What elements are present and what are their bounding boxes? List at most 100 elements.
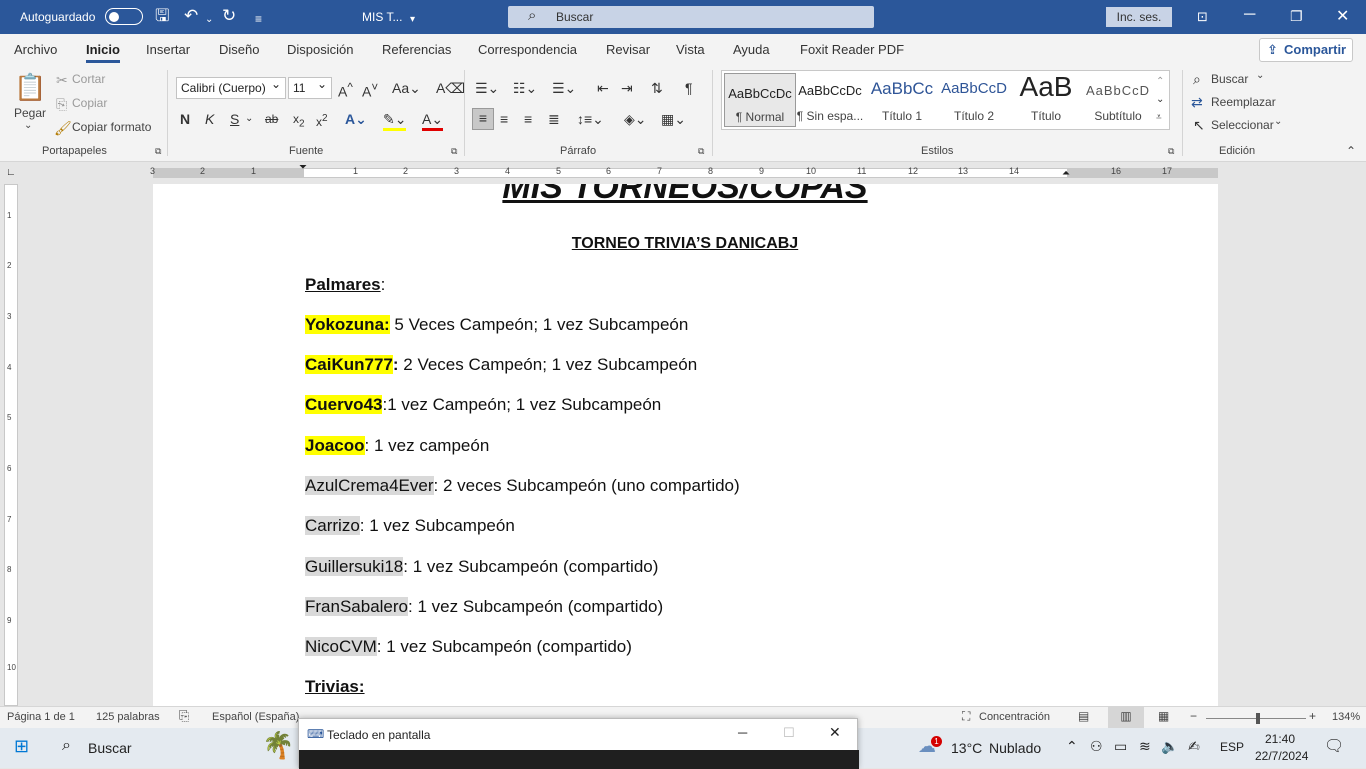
weather-text[interactable]: Nublado <box>989 740 1041 756</box>
page-count[interactable]: Página 1 de 1 <box>7 711 75 723</box>
tab-referencias[interactable]: Referencias <box>382 42 451 57</box>
word-count[interactable]: 125 palabras <box>96 711 160 723</box>
styles-more-icon[interactable]: ⩡ <box>1156 109 1162 127</box>
wifi-icon[interactable]: ≋ <box>1139 738 1151 755</box>
signin-button[interactable]: Inc. ses. <box>1106 7 1172 27</box>
taskbar-app-icon[interactable]: 🌴 <box>262 730 294 761</box>
osk-maximize-icon[interactable]: ☐ <box>783 725 795 741</box>
change-case-icon[interactable]: Aa⌄ <box>392 79 421 97</box>
tab-correspondencia[interactable]: Correspondencia <box>478 42 577 57</box>
paste-label[interactable]: Pegar <box>14 106 46 120</box>
select-dropdown-icon[interactable]: ⌄ <box>1274 116 1282 127</box>
replace-label[interactable]: Reemplazar <box>1211 95 1276 109</box>
text-effects-icon[interactable]: A⌄ <box>345 110 367 128</box>
ribbon-display-icon[interactable]: ⊡ <box>1197 9 1208 25</box>
font-color-icon[interactable]: A⌄ <box>422 110 444 131</box>
find-label[interactable]: Buscar <box>1211 72 1248 86</box>
numbering-icon[interactable]: ☷⌄ <box>513 79 537 97</box>
zoom-slider-thumb[interactable] <box>1256 713 1260 724</box>
strikethrough-icon[interactable]: ab <box>265 110 278 128</box>
find-icon[interactable]: ⌕ <box>1193 70 1201 88</box>
language-indicator[interactable]: ESP <box>1220 740 1244 754</box>
style-normal[interactable]: AaBbCcDc ¶ Normal <box>724 73 796 127</box>
grow-font-icon[interactable]: A^ <box>338 79 353 101</box>
bold-icon[interactable]: N <box>180 110 190 128</box>
on-screen-keyboard-window[interactable]: ⌨ Teclado en pantalla ─ ☐ ✕ <box>298 718 859 769</box>
zoom-level[interactable]: 134% <box>1332 711 1360 723</box>
share-button[interactable]: ⇪ Compartir <box>1259 38 1353 62</box>
focus-label[interactable]: Concentración <box>979 711 1050 723</box>
subscript-icon[interactable]: x2 <box>293 110 305 133</box>
underline-dropdown-icon[interactable]: ⌄ <box>245 110 253 128</box>
collapse-ribbon-icon[interactable]: ⌃ <box>1346 144 1356 158</box>
style-no-spacing[interactable]: AaBbCcDc ¶ Sin espa... <box>794 71 866 129</box>
font-size-select[interactable]: 11 <box>288 77 332 99</box>
superscript-icon[interactable]: x2 <box>316 110 328 131</box>
osk-close-icon[interactable]: ✕ <box>829 724 841 741</box>
replace-icon[interactable]: ⇄ <box>1191 93 1203 111</box>
undo-dropdown-icon[interactable]: ⌄ <box>205 10 213 30</box>
borders-icon[interactable]: ▦⌄ <box>661 110 686 128</box>
tab-archivo[interactable]: Archivo <box>14 42 57 57</box>
format-painter-icon[interactable]: 🖌 <box>54 119 72 137</box>
print-layout-icon[interactable]: ▥ <box>1108 707 1144 728</box>
notifications-icon[interactable]: 🗨 <box>1324 736 1344 756</box>
taskbar-search-icon[interactable]: ⌕ <box>62 737 71 755</box>
font-launcher-icon[interactable]: ⧉ <box>451 146 457 157</box>
format-painter-label[interactable]: Copiar formato <box>72 120 151 134</box>
highlight-icon[interactable]: ✎⌄ <box>383 110 407 131</box>
align-right-icon[interactable]: ≡ <box>524 110 532 128</box>
zoom-in-icon[interactable]: + <box>1309 709 1316 723</box>
windows-start-icon[interactable]: ⊞ <box>14 736 29 757</box>
align-left-icon[interactable]: ≡ <box>472 108 494 130</box>
paste-dropdown-icon[interactable]: ⌄ <box>24 120 32 131</box>
tab-diseno[interactable]: Diseño <box>219 42 259 57</box>
title-dropdown-icon[interactable]: ▾ <box>410 10 415 30</box>
pen-icon[interactable]: ✍ <box>1188 738 1200 755</box>
weather-temp[interactable]: 13°C <box>951 740 982 756</box>
italic-icon[interactable]: K <box>205 110 214 128</box>
tab-insertar[interactable]: Insertar <box>146 42 190 57</box>
find-dropdown-icon[interactable]: ⌄ <box>1256 70 1264 81</box>
close-icon[interactable]: ✕ <box>1336 6 1349 26</box>
autosave-toggle[interactable] <box>105 8 143 25</box>
focus-icon[interactable]: ⛶ <box>962 709 970 724</box>
undo-icon[interactable]: ↶ <box>184 6 198 26</box>
search-box[interactable]: ⌕ Buscar <box>508 6 874 28</box>
style-heading-1[interactable]: AaBbCc Título 1 <box>866 71 938 129</box>
styles-launcher-icon[interactable]: ⧉ <box>1168 146 1174 157</box>
tab-selector-icon[interactable]: ∟ <box>6 167 16 178</box>
align-center-icon[interactable]: ≡ <box>500 110 508 128</box>
clear-formatting-icon[interactable]: A⌫ <box>436 79 465 97</box>
line-spacing-icon[interactable]: ↕≡⌄ <box>577 110 604 128</box>
style-title[interactable]: AaB Título <box>1010 71 1082 129</box>
select-label[interactable]: Seleccionar <box>1211 118 1274 132</box>
document-page[interactable]: MIS TORNEOS/COPAS TORNEO TRIVIA’S DANICA… <box>153 184 1218 706</box>
underline-icon[interactable]: S <box>230 110 239 128</box>
style-subtitle[interactable]: AaBbCcD Subtítulo <box>1082 71 1154 129</box>
read-mode-icon[interactable]: ▤ <box>1078 709 1089 723</box>
tab-vista[interactable]: Vista <box>676 42 705 57</box>
document-title[interactable]: MIS T... <box>362 10 402 24</box>
right-indent-marker-icon[interactable]: ⏶ <box>1062 168 1070 179</box>
save-icon[interactable]: 🖫 <box>155 6 169 26</box>
show-hidden-icons-icon[interactable]: ⌃ <box>1066 738 1078 755</box>
tab-disposicion[interactable]: Disposición <box>287 42 353 57</box>
clock-date[interactable]: 22/7/2024 <box>1255 749 1308 763</box>
style-heading-2[interactable]: AaBbCcD Título 2 <box>938 71 1010 129</box>
select-icon[interactable]: ↖ <box>1193 116 1205 134</box>
osk-minimize-icon[interactable]: ─ <box>738 725 747 740</box>
multilevel-list-icon[interactable]: ☰⌄ <box>552 79 576 97</box>
osk-keyboard-area[interactable] <box>299 750 859 769</box>
horizontal-ruler[interactable]: ∟ 3 2 1 ⏷ 1 2 3 4 5 6 7 8 9 10 11 12 13 … <box>0 162 1366 184</box>
paragraph-launcher-icon[interactable]: ⧉ <box>698 146 704 157</box>
font-name-select[interactable]: Calibri (Cuerpo) <box>176 77 286 99</box>
battery-icon[interactable]: ▭ <box>1114 738 1127 755</box>
show-marks-icon[interactable]: ¶ <box>685 79 693 97</box>
copy-label[interactable]: Copiar <box>72 96 107 110</box>
tab-revisar[interactable]: Revisar <box>606 42 650 57</box>
vertical-ruler[interactable]: 1 2 3 4 5 6 7 8 9 10 <box>4 184 18 706</box>
tab-ayuda[interactable]: Ayuda <box>733 42 770 57</box>
styles-scroll-down-icon[interactable]: ⌄ <box>1156 91 1164 109</box>
styles-scroll-up-icon[interactable]: ⌃ <box>1156 73 1164 91</box>
